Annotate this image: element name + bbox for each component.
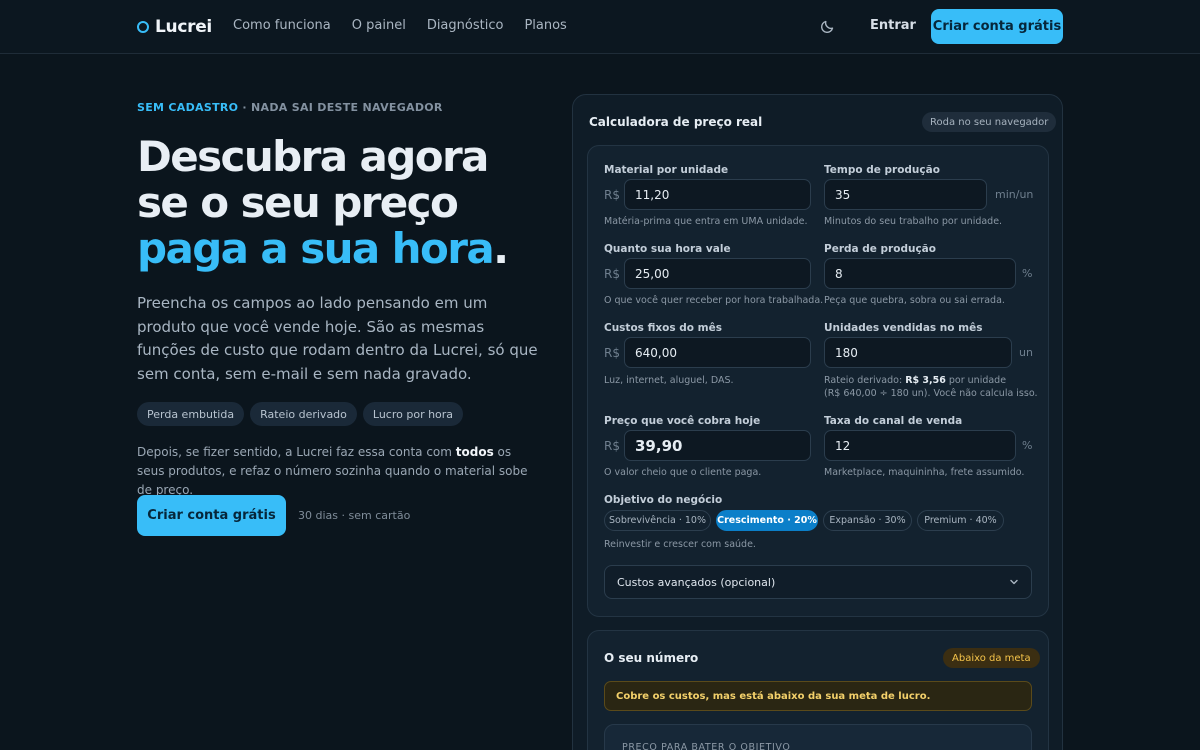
material-currency: R$: [604, 188, 620, 202]
preco-input[interactable]: 39,90: [624, 430, 811, 461]
material-label: Material por unidade: [604, 164, 729, 176]
unidades-help-line-2: (R$ 640,00 ÷ 180 un). Você não calcula i…: [824, 388, 1038, 399]
hora-currency: R$: [604, 267, 620, 281]
brand-logo[interactable]: Lucrei: [137, 17, 212, 37]
unidades-label: Unidades vendidas no mês: [824, 322, 983, 334]
objective-help: Reinvestir e crescer com saúde.: [604, 539, 756, 550]
moon-icon[interactable]: [820, 18, 836, 34]
fixos-input[interactable]: 640,00: [624, 337, 811, 368]
perda-unit: %: [1022, 267, 1033, 280]
hero-headline: Descubra agora se o seu preço paga a sua…: [137, 134, 557, 272]
perda-label: Perda de produção: [824, 243, 936, 255]
headline-highlight: paga a sua hora: [137, 224, 495, 273]
feature-chips: Perda embutida Rateio derivado Lucro por…: [137, 402, 464, 426]
nav-link-como-funciona[interactable]: Como funciona: [233, 18, 331, 33]
advanced-costs-label: Custos avançados (opcional): [617, 576, 776, 589]
headline-dot: .: [493, 224, 509, 273]
objective-label: Objetivo do negócio: [604, 494, 723, 506]
rateio-prefix: Rateio derivado:: [824, 375, 906, 386]
goal-premium[interactable]: Premium · 40%: [917, 510, 1004, 531]
headline-line-3: paga a sua hora.: [137, 226, 557, 272]
fixos-help: Luz, internet, aluguel, DAS.: [604, 375, 734, 386]
tempo-label: Tempo de produção: [824, 164, 940, 176]
nav-signup-button[interactable]: Criar conta grátis: [931, 9, 1063, 44]
goal-crescimento[interactable]: Crescimento · 20%: [716, 510, 818, 531]
advanced-costs-toggle[interactable]: Custos avançados (opcional): [604, 565, 1032, 599]
unidades-unit: un: [1019, 346, 1033, 359]
hora-label: Quanto sua hora vale: [604, 243, 731, 255]
goal-expansao[interactable]: Expansão · 30%: [823, 510, 912, 531]
nav-link-diagnostico[interactable]: Diagnóstico: [427, 18, 504, 33]
chip-perda-embutida: Perda embutida: [137, 402, 245, 426]
result-warning: Cobre os custos, mas está abaixo da sua …: [604, 681, 1032, 711]
eyebrow-rest: · NADA SAI DESTE NAVEGADOR: [238, 101, 443, 114]
chevron-down-icon: [1010, 579, 1018, 585]
perda-help: Peça que quebra, sobra ou sai errada.: [824, 295, 1005, 306]
after-text-a: Depois, se fizer sentido, a Lucrei faz e…: [137, 445, 456, 459]
hero-signup-button[interactable]: Criar conta grátis: [137, 495, 286, 536]
chip-rateio-derivado: Rateio derivado: [250, 402, 357, 426]
hora-help: O que você quer receber por hora trabalh…: [604, 295, 824, 306]
tempo-unit: min/un: [995, 188, 1034, 201]
tempo-help: Minutos do seu trabalho por unidade.: [824, 216, 1003, 227]
logo-ring-icon: [137, 21, 149, 33]
rateio-suffix: por unidade: [945, 375, 1007, 386]
taxa-label: Taxa do canal de venda: [824, 415, 963, 427]
calculator-title: Calculadora de preço real: [589, 115, 763, 129]
nav-link-o-painel[interactable]: O painel: [352, 18, 406, 33]
eyebrow-highlight: SEM CADASTRO: [137, 101, 239, 114]
hero-lead: Preencha os campos ao lado pensando em u…: [137, 294, 538, 383]
preco-label: Preço que você cobra hoje: [604, 415, 761, 427]
hero-eyebrow: SEM CADASTRO · NADA SAI DESTE NAVEGADOR: [137, 101, 443, 114]
material-help: Matéria-prima que entra em UMA unidade.: [604, 216, 808, 227]
hero-cta-note: 30 dias · sem cartão: [298, 509, 411, 522]
perda-input[interactable]: 8: [824, 258, 1016, 289]
unidades-help-line-1: Rateio derivado: R$ 3,56 por unidade: [824, 374, 1006, 388]
target-price-label: PREÇO PARA BATER O OBJETIVO: [622, 742, 791, 750]
preco-currency: R$: [604, 439, 620, 453]
taxa-input[interactable]: 12: [824, 430, 1016, 461]
fixos-label: Custos fixos do mês: [604, 322, 722, 334]
hero-after-text: Depois, se fizer sentido, a Lucrei faz e…: [137, 443, 537, 500]
result-title: O seu número: [604, 651, 699, 665]
goal-sobrevivencia[interactable]: Sobrevivência · 10%: [604, 510, 711, 531]
fixos-currency: R$: [604, 346, 620, 360]
hora-input[interactable]: 25,00: [624, 258, 811, 289]
headline-line-2: se o seu preço: [137, 178, 459, 227]
nav-link-planos[interactable]: Planos: [524, 18, 566, 33]
tempo-input[interactable]: 35: [824, 179, 987, 210]
unidades-input[interactable]: 180: [824, 337, 1012, 368]
after-text-bold: todos: [455, 445, 494, 459]
material-input[interactable]: 11,20: [624, 179, 811, 210]
taxa-unit: %: [1022, 439, 1033, 452]
login-link[interactable]: Entrar: [870, 18, 916, 33]
top-nav: Lucrei Como funciona O painel Diagnóstic…: [0, 0, 1200, 54]
preco-help: O valor cheio que o cliente paga.: [604, 467, 762, 478]
chip-lucro-por-hora: Lucro por hora: [362, 402, 464, 426]
brand-name: Lucrei: [155, 17, 212, 37]
headline-line-1: Descubra agora: [137, 132, 489, 181]
status-badge: Abaixo da meta: [943, 648, 1040, 668]
taxa-help: Marketplace, maquininha, frete assumido.: [824, 467, 1025, 478]
browser-badge: Roda no seu navegador: [922, 112, 1057, 132]
rateio-value: R$ 3,56: [905, 375, 946, 386]
nav-links: Como funciona O painel Diagnóstico Plano…: [233, 18, 567, 33]
